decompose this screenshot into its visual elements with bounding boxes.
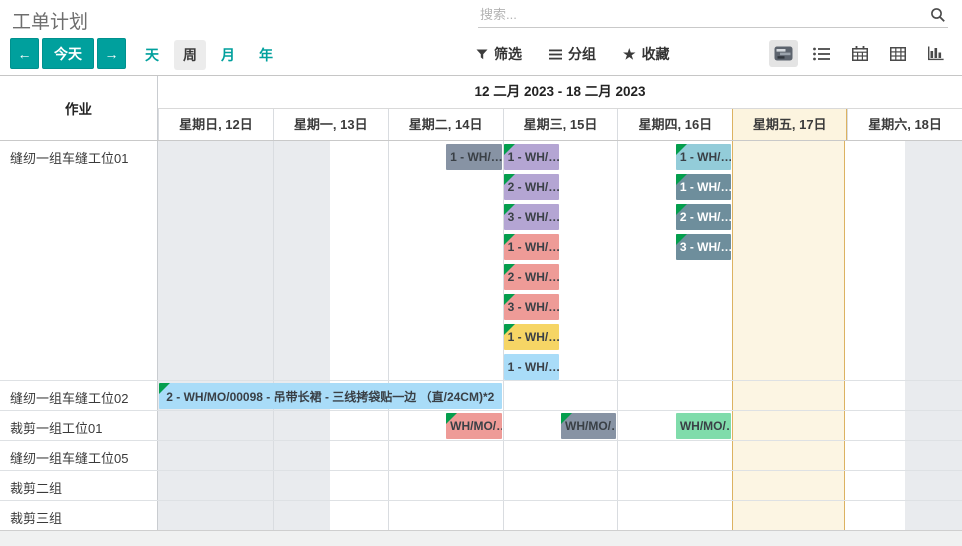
day-header: 星期四, 16日	[617, 109, 732, 140]
ready-corner-icon	[561, 413, 572, 424]
scale-button[interactable]: 天	[136, 40, 168, 70]
ready-corner-icon	[676, 204, 687, 215]
row-label: 缝纫一组车缝工位05	[0, 441, 158, 470]
gantt-bar[interactable]: 1 - WH/…	[676, 174, 731, 200]
list-view-icon	[813, 47, 830, 61]
bar-label: 1 - WH/…	[504, 360, 559, 374]
row-label: 裁剪一组工位01	[0, 411, 158, 440]
gantt-header: 作业 12 二月 2023 - 18 二月 2023 星期日, 12日星期一, …	[0, 76, 962, 141]
gantt-bar[interactable]: 2 - WH/…	[504, 174, 559, 200]
bar-label: 1 - WH/…	[446, 150, 501, 164]
day-header: 星期三, 15日	[503, 109, 618, 140]
list-view-button[interactable]	[807, 40, 836, 67]
graph-view-icon	[928, 46, 944, 61]
gantt-bar[interactable]: 2 - WH/MO/00098 - 吊带长裙 - 三线拷袋贴一边 （直/24CM…	[159, 383, 502, 409]
prev-button[interactable]: ←	[10, 38, 39, 69]
gantt-bar[interactable]: 1 - WH/…	[504, 234, 559, 260]
search-box	[478, 2, 948, 32]
scale-button[interactable]: 周	[174, 40, 206, 70]
favorites-label: 收藏	[642, 44, 670, 64]
page-title: 工单计划	[12, 7, 88, 34]
day-header: 星期日, 12日	[158, 109, 273, 140]
rows-header: 作业	[0, 76, 158, 140]
gantt-row: 缝纫一组车缝工位05	[0, 441, 962, 471]
bar-label: WH/MO/…	[676, 419, 731, 433]
ready-corner-icon	[504, 294, 515, 305]
gantt-bar[interactable]: 3 - WH/…	[504, 294, 559, 320]
gantt-bar[interactable]: WH/MO/…	[446, 413, 501, 439]
ready-corner-icon	[504, 264, 515, 275]
favorites-button[interactable]: ★ 收藏	[623, 44, 670, 64]
ready-corner-icon	[446, 413, 457, 424]
gantt-bar[interactable]: 3 - WH/…	[504, 204, 559, 230]
gantt-bar[interactable]: 2 - WH/…	[504, 264, 559, 290]
ready-corner-icon	[504, 234, 515, 245]
gantt-row: 缝纫一组车缝工位01	[0, 141, 962, 381]
gantt-chart: 作业 12 二月 2023 - 18 二月 2023 星期日, 12日星期一, …	[0, 75, 962, 530]
view-switcher	[769, 40, 950, 67]
ready-corner-icon	[159, 383, 170, 394]
gantt-bar[interactable]: 2 - WH/…	[676, 204, 731, 230]
today-button[interactable]: 今天	[42, 38, 94, 69]
gantt-bar[interactable]: 3 - WH/…	[676, 234, 731, 260]
search-options: 筛选 分组 ★ 收藏	[476, 44, 670, 64]
gantt-nav-buttons: ← 今天 →	[10, 38, 126, 69]
scale-switcher: 天周月年	[136, 40, 282, 70]
gantt-bar[interactable]: 1 - WH/…	[676, 144, 731, 170]
row-label: 裁剪三组	[0, 501, 158, 530]
search-input[interactable]	[478, 2, 948, 28]
scale-button[interactable]: 年	[250, 40, 282, 70]
pivot-view-button[interactable]	[883, 40, 912, 67]
day-header: 星期五, 17日	[732, 109, 847, 140]
gantt-bar[interactable]: 1 - WH/…	[504, 324, 559, 350]
filter-funnel-icon	[476, 49, 488, 60]
gantt-bar[interactable]: 1 - WH/…	[446, 144, 501, 170]
gantt-row: 裁剪三组	[0, 501, 962, 531]
row-label: 裁剪二组	[0, 471, 158, 500]
date-range-label: 12 二月 2023 - 18 二月 2023	[158, 76, 962, 109]
ready-corner-icon	[504, 174, 515, 185]
next-button[interactable]: →	[97, 38, 126, 69]
ready-corner-icon	[676, 144, 687, 155]
graph-view-button[interactable]	[921, 40, 950, 67]
ready-corner-icon	[504, 144, 515, 155]
gantt-bar[interactable]: WH/MO/…	[561, 413, 616, 439]
day-header: 星期二, 14日	[388, 109, 503, 140]
pivot-view-icon	[890, 47, 906, 61]
groupby-label: 分组	[568, 44, 596, 64]
gantt-view-button[interactable]	[769, 40, 798, 67]
work-order-planning-page: 工单计划 ← 今天 → 天周月年 筛选 分组 ★ 收藏	[0, 0, 962, 546]
day-header: 星期一, 13日	[273, 109, 388, 140]
gantt-body: 缝纫一组车缝工位01缝纫一组车缝工位02裁剪一组工位01缝纫一组车缝工位05裁剪…	[0, 141, 962, 531]
page-footer-area	[0, 530, 962, 546]
search-icon[interactable]	[930, 7, 946, 23]
calendar-view-button[interactable]	[845, 40, 874, 67]
ready-corner-icon	[676, 174, 687, 185]
ready-corner-icon	[676, 234, 687, 245]
row-label: 缝纫一组车缝工位02	[0, 381, 158, 410]
groupby-lines-icon	[549, 49, 562, 60]
row-label: 缝纫一组车缝工位01	[0, 141, 158, 380]
gantt-row: 裁剪二组	[0, 471, 962, 501]
gantt-bar[interactable]: 1 - WH/…	[504, 144, 559, 170]
star-icon: ★	[623, 47, 636, 61]
gantt-bar[interactable]: 1 - WH/…	[504, 354, 559, 380]
gantt-view-icon	[774, 46, 793, 61]
day-header: 星期六, 18日	[847, 109, 962, 140]
ready-corner-icon	[504, 324, 515, 335]
scale-button[interactable]: 月	[212, 40, 244, 70]
bar-label: 2 - WH/MO/00098 - 吊带长裙 - 三线拷袋贴一边 （直/24CM…	[159, 388, 502, 405]
gantt-bar[interactable]: WH/MO/…	[676, 413, 731, 439]
filter-button[interactable]: 筛选	[476, 44, 522, 64]
groupby-button[interactable]: 分组	[549, 44, 596, 64]
calendar-view-icon	[852, 46, 868, 61]
filter-label: 筛选	[494, 44, 522, 64]
ready-corner-icon	[504, 204, 515, 215]
